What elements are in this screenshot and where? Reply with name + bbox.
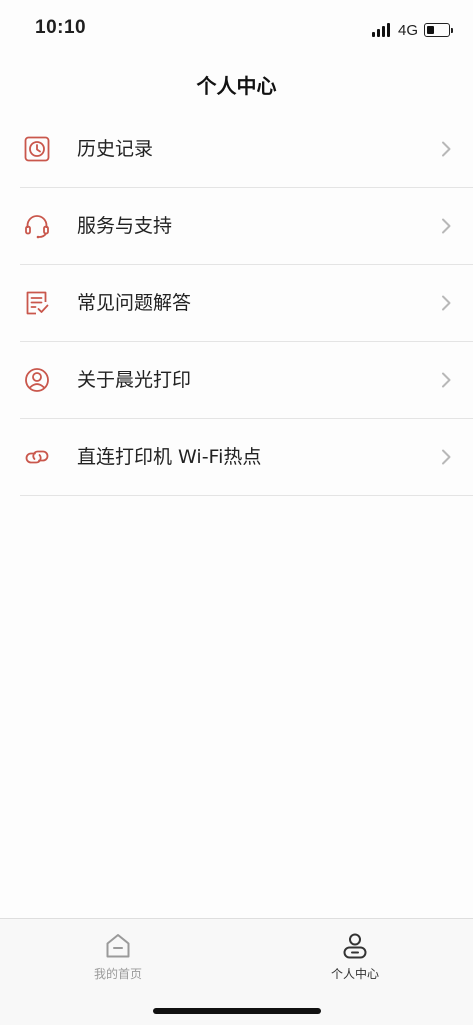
home-icon (106, 934, 130, 958)
chevron-right-icon (442, 141, 451, 157)
history-clock-icon (24, 136, 50, 162)
home-indicator[interactable] (153, 1008, 321, 1014)
menu-item-label: 直连打印机 Wi-Fi热点 (77, 446, 262, 468)
link-icon (25, 450, 49, 464)
settings-menu: 历史记录 服务与支持 常见问题解答 关于晨光打印 直连打印机 Wi-Fi热点 (0, 111, 473, 496)
menu-item-label: 常见问题解答 (77, 292, 192, 314)
battery-icon (424, 23, 450, 37)
menu-item-label: 服务与支持 (77, 215, 173, 237)
status-time: 10:10 (35, 17, 87, 38)
chevron-right-icon (442, 295, 451, 311)
tab-profile[interactable]: 个人中心 (237, 919, 473, 999)
menu-item-label: 关于晨光打印 (77, 369, 192, 391)
chevron-right-icon (442, 218, 451, 234)
headset-icon (25, 215, 49, 239)
menu-item-history[interactable]: 历史记录 (0, 111, 473, 188)
tab-label: 我的首页 (93, 967, 142, 981)
menu-item-label: 历史记录 (77, 138, 154, 160)
divider (20, 495, 473, 496)
network-type: 4G (397, 21, 418, 39)
tab-label: 个人中心 (330, 967, 379, 981)
page-title: 个人中心 (196, 74, 277, 98)
cellular-signal-icon (371, 23, 392, 37)
battery-cap (451, 27, 453, 33)
chevron-right-icon (442, 449, 451, 465)
chevron-right-icon (442, 372, 451, 388)
user-circle-icon (25, 368, 49, 392)
tab-home[interactable]: 我的首页 (0, 919, 236, 999)
menu-item-faq[interactable]: 常见问题解答 (0, 265, 473, 342)
status-indicators: 4G (371, 20, 453, 40)
faq-checklist-icon (26, 291, 49, 315)
person-icon (343, 933, 367, 959)
menu-item-about[interactable]: 关于晨光打印 (0, 342, 473, 419)
menu-item-service-support[interactable]: 服务与支持 (0, 188, 473, 265)
status-bar: 10:10 4G (0, 0, 473, 58)
menu-item-wifi-hotspot[interactable]: 直连打印机 Wi-Fi热点 (0, 419, 473, 496)
battery-level (427, 26, 434, 34)
